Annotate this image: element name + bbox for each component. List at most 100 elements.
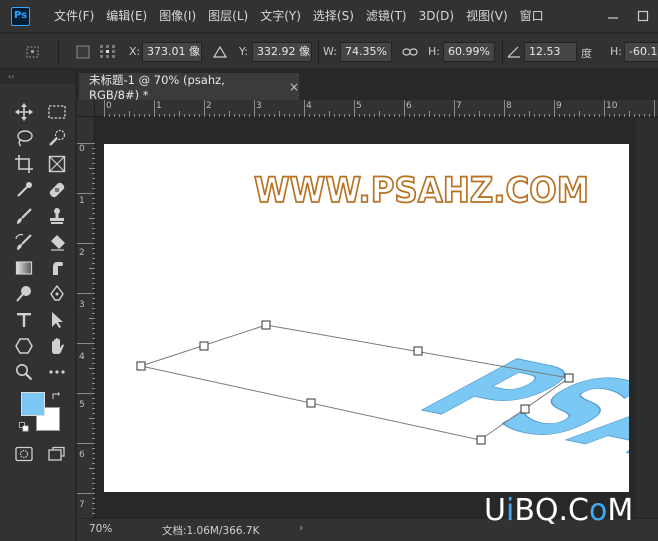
horizontal-ruler[interactable]: 0 1 2 3 4 5 6 7 8 9 10 xyxy=(95,100,658,117)
options-separator xyxy=(318,40,319,64)
y-field[interactable]: 332.92 像 xyxy=(252,42,312,62)
rotate-angle-icon[interactable] xyxy=(507,45,521,59)
menu-select[interactable]: 选择(S) xyxy=(307,0,360,32)
hand-icon xyxy=(52,338,64,354)
swap-colors-icon[interactable] xyxy=(51,391,61,401)
menu-bar: Ps 文件(F) 编辑(E) 图像(I) 图层(L) 文字(Y) 选择(S) 滤… xyxy=(0,0,658,32)
brush-tool[interactable] xyxy=(12,204,36,228)
marquee-tool[interactable] xyxy=(45,100,69,124)
photoshop-logo[interactable]: Ps xyxy=(11,6,30,26)
rotate-field[interactable]: 12.53 xyxy=(524,42,577,62)
transform-handle[interactable] xyxy=(136,361,146,371)
menu-file[interactable]: 文件(F) xyxy=(48,0,100,32)
frame-icon xyxy=(48,155,66,173)
vertical-scroll-area[interactable] xyxy=(636,118,658,518)
menu-edit[interactable]: 编辑(E) xyxy=(100,0,153,32)
foreground-color-swatch[interactable] xyxy=(21,392,45,416)
h-label: H: xyxy=(428,45,440,58)
more-tools[interactable] xyxy=(45,360,69,384)
move-tool[interactable] xyxy=(12,100,36,124)
crop-tool[interactable] xyxy=(12,152,36,176)
zoom-level-field[interactable]: 70% xyxy=(89,523,112,535)
bandage-icon xyxy=(49,182,65,198)
document-info: 文档:1.06M/366.7K xyxy=(162,525,260,537)
minimize-button[interactable] xyxy=(598,0,628,32)
type-tool[interactable] xyxy=(12,308,36,332)
canvas-text-perspective: PSAHZ xyxy=(380,343,629,492)
menu-type[interactable]: 文字(Y) xyxy=(254,0,307,32)
pen-tool[interactable] xyxy=(45,282,69,306)
skew-field[interactable]: -60.1 xyxy=(624,42,658,62)
ruler-label: 2 xyxy=(206,101,212,111)
reference-point-checkbox[interactable] xyxy=(76,45,90,59)
path-select-tool[interactable] xyxy=(45,308,69,332)
menu-layer[interactable]: 图层(L) xyxy=(202,0,254,32)
horizontal-ruler-ticks xyxy=(104,100,655,117)
maximize-icon xyxy=(637,10,649,22)
document-tab-title: 未标题-1 @ 70% (psahz, RGB/8#) * xyxy=(89,72,225,102)
ruler-label: 9 xyxy=(556,101,562,111)
transform-handle[interactable] xyxy=(413,346,423,356)
transform-handle[interactable] xyxy=(476,435,486,445)
ellipsis-icon xyxy=(49,370,65,374)
menu-image[interactable]: 图像(I) xyxy=(153,0,202,32)
ruler-label: 2 xyxy=(79,248,85,258)
menu-view[interactable]: 视图(V) xyxy=(460,0,514,32)
ruler-origin[interactable] xyxy=(77,100,95,117)
menu-3d[interactable]: 3D(D) xyxy=(413,0,460,32)
default-colors-icon[interactable] xyxy=(19,422,29,432)
options-separator xyxy=(58,40,59,64)
transform-handle[interactable] xyxy=(564,373,574,383)
reference-point-icon[interactable] xyxy=(99,44,117,60)
y-label: Y: xyxy=(239,45,248,58)
hexagon-icon xyxy=(15,338,33,354)
smudge-tool[interactable] xyxy=(45,256,69,280)
lasso-tool[interactable] xyxy=(12,126,36,150)
document-canvas[interactable]: WWW.PSAHZ.COM PSAHZ xyxy=(104,144,629,492)
frame-tool[interactable] xyxy=(45,152,69,176)
toolbar-collapse[interactable]: ‹‹ xyxy=(0,70,75,84)
perspective-text-group[interactable]: PSAHZ xyxy=(380,342,629,492)
healing-brush-tool[interactable] xyxy=(45,178,69,202)
history-brush-tool[interactable] xyxy=(12,230,36,254)
ruler-label: 0 xyxy=(106,101,112,111)
hand-tool[interactable] xyxy=(45,334,69,358)
rect-marquee-icon xyxy=(48,105,66,119)
transform-handle[interactable] xyxy=(261,320,271,330)
ruler-label: 1 xyxy=(79,196,85,206)
x-field[interactable]: 373.01 像 xyxy=(142,42,202,62)
menu-window[interactable]: 窗口 xyxy=(514,0,550,32)
transform-tool-icon[interactable] xyxy=(24,44,42,60)
dodge-tool[interactable] xyxy=(12,282,36,306)
vertical-ruler[interactable]: 0 1 2 3 4 5 6 7 xyxy=(77,117,95,518)
menu-filter[interactable]: 滤镜(T) xyxy=(360,0,413,32)
gradient-icon xyxy=(15,261,33,275)
transform-handle[interactable] xyxy=(306,398,316,408)
shape-tool[interactable] xyxy=(12,334,36,358)
zoom-tool[interactable] xyxy=(12,360,36,384)
skew-label: H: xyxy=(610,45,622,58)
document-tab[interactable]: 未标题-1 @ 70% (psahz, RGB/8#) * × xyxy=(79,72,299,102)
delta-icon[interactable] xyxy=(213,45,227,59)
maximize-button[interactable] xyxy=(628,0,658,32)
site-watermark: UiBQ.CoM xyxy=(484,493,633,528)
eraser-tool[interactable] xyxy=(45,230,69,254)
ruler-label: 4 xyxy=(79,352,85,362)
ruler-label: 7 xyxy=(456,101,462,111)
ruler-label: 5 xyxy=(356,101,362,111)
transform-handle[interactable] xyxy=(199,341,209,351)
quick-select-tool[interactable] xyxy=(45,126,69,150)
width-field[interactable]: 74.35% xyxy=(340,42,392,62)
close-tab-icon[interactable]: × xyxy=(289,80,299,94)
stamp-tool[interactable] xyxy=(45,204,69,228)
height-field[interactable]: 60.99% xyxy=(443,42,495,62)
status-menu-arrow-icon[interactable]: › xyxy=(299,522,303,534)
quick-select-icon xyxy=(49,129,66,146)
quick-mask-button[interactable] xyxy=(12,442,36,466)
path-select-icon xyxy=(52,312,63,328)
gradient-tool[interactable] xyxy=(12,256,36,280)
eyedropper-tool[interactable] xyxy=(12,178,36,202)
screen-mode-button[interactable] xyxy=(45,442,69,466)
link-icon[interactable] xyxy=(402,46,418,58)
transform-handle[interactable] xyxy=(520,404,530,414)
